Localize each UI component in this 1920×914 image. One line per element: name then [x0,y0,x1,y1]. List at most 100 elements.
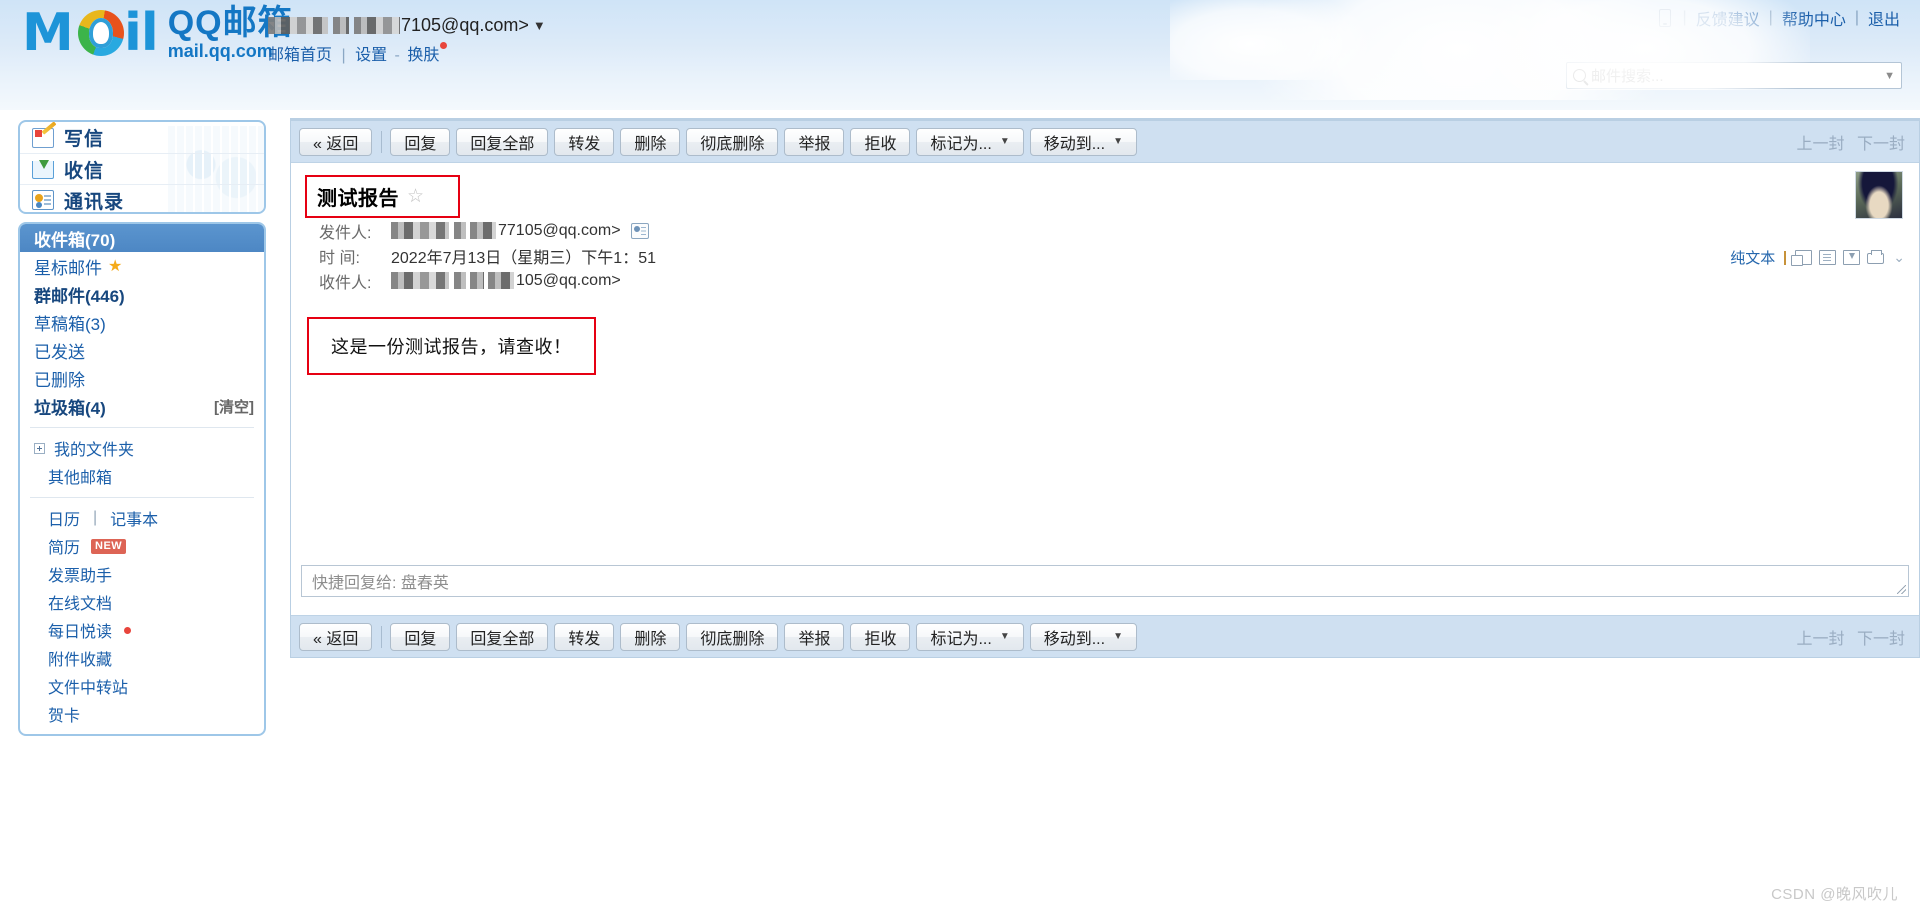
new-window-icon[interactable] [1791,250,1813,266]
chevron-expand-icon[interactable]: ⌄ [1893,249,1905,266]
skin-link[interactable]: 换肤 [407,47,439,64]
sidebar-actions-panel: 写信 收信 通讯录 [18,120,266,214]
tool-divider [1784,250,1787,265]
quick-reply-input[interactable]: 快捷回复给: 盘春英 [301,565,1909,597]
sidebar-action-label: 通讯录 [64,191,125,213]
watermark: CSDN @晚风吹儿 [1771,886,1898,903]
sidebar-folder-sent[interactable]: 已发送 [20,336,264,364]
chevron-down-icon[interactable]: ▼ [1884,70,1895,82]
sidebar-folder-drafts[interactable]: 草稿箱(3) [20,308,264,336]
move-to-dropdown-bottom[interactable]: 移动到... ▼ [1029,622,1137,651]
sidebar-action-compose[interactable]: 写信 [20,122,264,153]
sidebar-daily-reading[interactable]: 每日悦读 [20,616,264,644]
reply-all-button[interactable]: 回复全部 [456,127,549,156]
notes-link[interactable]: 记事本 [110,506,158,530]
star-outline-icon[interactable]: ☆ [407,185,424,208]
sidebar-folder-deleted[interactable]: 已删除 [20,364,264,392]
prev-mail-link[interactable]: 上一封 [1797,136,1845,153]
delete-button-bottom[interactable]: 删除 [620,622,681,651]
sidebar-folder-group-mail[interactable]: 群邮件(446) [20,280,264,308]
account-block: 7105@qq.com> ▼ 邮箱首页 | 设置 - 换肤 [268,12,546,65]
help-center-link[interactable]: 帮助中心 [1782,6,1846,30]
resize-handle[interactable] [1897,585,1906,594]
sidebar-file-transfer[interactable]: 文件中转站 [20,672,264,700]
search-box[interactable]: 邮件搜索... ▼ [1566,62,1902,89]
sidebar-greeting-card[interactable]: 贺卡 [20,700,264,728]
move-to-dropdown[interactable]: 移动到... ▼ [1029,127,1137,156]
document-icon[interactable] [1819,250,1837,265]
sidebar-action-label: 收信 [64,160,105,182]
forward-button[interactable]: 转发 [554,127,615,156]
tool-label: 在线文档 [48,596,113,613]
mark-as-dropdown-bottom[interactable]: 标记为... ▼ [916,622,1024,651]
sidebar-calendar-notes: 日历 | 记事本 [20,504,264,532]
folder-label: 垃圾箱(4) [34,398,106,418]
top-right-links: | 反馈建议 | 帮助中心 | 退出 [1659,6,1900,30]
phone-icon[interactable] [1659,9,1672,27]
reject-button-bottom[interactable]: 拒收 [850,622,911,651]
calendar-link[interactable]: 日历 [48,506,80,530]
contact-card-icon[interactable] [630,222,649,239]
report-button[interactable]: 举报 [784,127,845,156]
mark-as-dropdown[interactable]: 标记为... ▼ [916,127,1024,156]
from-label: 发件人: [319,224,372,242]
mail-body-text: 这是一份测试报告，请查收！ [331,337,572,357]
sidebar-action-contacts[interactable]: 通讯录 [20,184,264,213]
sidebar-folder-starred[interactable]: 星标邮件 ★ [20,252,264,280]
feedback-link[interactable]: 反馈建议 [1696,6,1760,30]
sidebar: 写信 收信 通讯录 收件箱(70) 星标邮件 ★ 群邮件(446) 草稿箱(3)… [0,110,280,914]
mark-as-label: 标记为... [930,135,992,153]
back-button[interactable]: « 返回 [299,127,373,156]
next-mail-link[interactable]: 下一封 [1857,136,1905,153]
account-links: 邮箱首页 | 设置 - 换肤 [268,41,546,65]
back-button-bottom[interactable]: « 返回 [299,622,373,651]
date-label: 时 间: [319,249,360,267]
star-icon: ★ [108,258,123,275]
compose-icon [32,127,54,148]
empty-trash-link[interactable]: [清空] [214,396,254,417]
chevron-down-icon: ▼ [1113,136,1123,147]
logout-link[interactable]: 退出 [1868,6,1900,30]
delete-button[interactable]: 删除 [620,127,681,156]
save-icon[interactable] [1843,250,1861,265]
report-button-bottom[interactable]: 举报 [784,622,845,651]
delete-permanently-button-bottom[interactable]: 彻底删除 [686,622,779,651]
reject-button[interactable]: 拒收 [850,127,911,156]
reply-button-bottom[interactable]: 回复 [390,622,451,651]
prev-mail-link-bottom[interactable]: 上一封 [1797,631,1845,648]
sidebar-folder-trash[interactable]: 垃圾箱(4) [清空] [20,392,264,420]
mail-to-row: 收件人: 105@qq.com> [319,268,1903,293]
toolbar-divider [381,130,383,153]
sidebar-other-mailbox[interactable]: 其他邮箱 [20,462,264,490]
chevron-down-icon[interactable]: ▼ [533,18,546,33]
folder-label: 已删除 [34,370,85,390]
account-email-row[interactable]: 7105@qq.com> ▼ [268,12,546,38]
plain-text-link[interactable]: 纯文本 [1730,247,1775,268]
next-mail-link-bottom[interactable]: 下一封 [1857,631,1905,648]
settings-link[interactable]: 设置 [355,47,387,64]
forward-button-bottom[interactable]: 转发 [554,622,615,651]
reply-button[interactable]: 回复 [390,127,451,156]
sidebar-my-folders[interactable]: 我的文件夹 [20,434,264,462]
tool-label: 文件中转站 [48,680,129,697]
sidebar-resume[interactable]: 简历 NEW [20,532,264,560]
search-input[interactable]: 邮件搜索... [1591,65,1880,86]
reply-all-button-bottom[interactable]: 回复全部 [456,622,549,651]
delete-permanently-button[interactable]: 彻底删除 [686,127,779,156]
sidebar-folder-inbox[interactable]: 收件箱(70) [20,224,264,252]
print-icon[interactable] [1867,250,1885,264]
sidebar-attachment-favorites[interactable]: 附件收藏 [20,644,264,672]
redacted-block [354,16,400,34]
mail-home-link[interactable]: 邮箱首页 [268,47,332,64]
sidebar-action-receive[interactable]: 收信 [20,153,264,184]
tool-label: 贺卡 [48,708,81,725]
qqmail-logo[interactable]: M il QQ邮箱 mail.qq.com [22,4,293,62]
quick-reply-placeholder: 快捷回复给: 盘春英 [312,575,449,592]
divider [30,497,254,498]
expand-plus-icon[interactable] [34,442,45,454]
sidebar-online-docs[interactable]: 在线文档 [20,588,264,616]
folder-label: 群邮件(446) [34,286,125,306]
link-separator: | [93,509,98,526]
page-layout: 写信 收信 通讯录 收件箱(70) 星标邮件 ★ 群邮件(446) 草稿箱(3)… [0,110,1920,914]
sidebar-invoice-assistant[interactable]: 发票助手 [20,560,264,588]
